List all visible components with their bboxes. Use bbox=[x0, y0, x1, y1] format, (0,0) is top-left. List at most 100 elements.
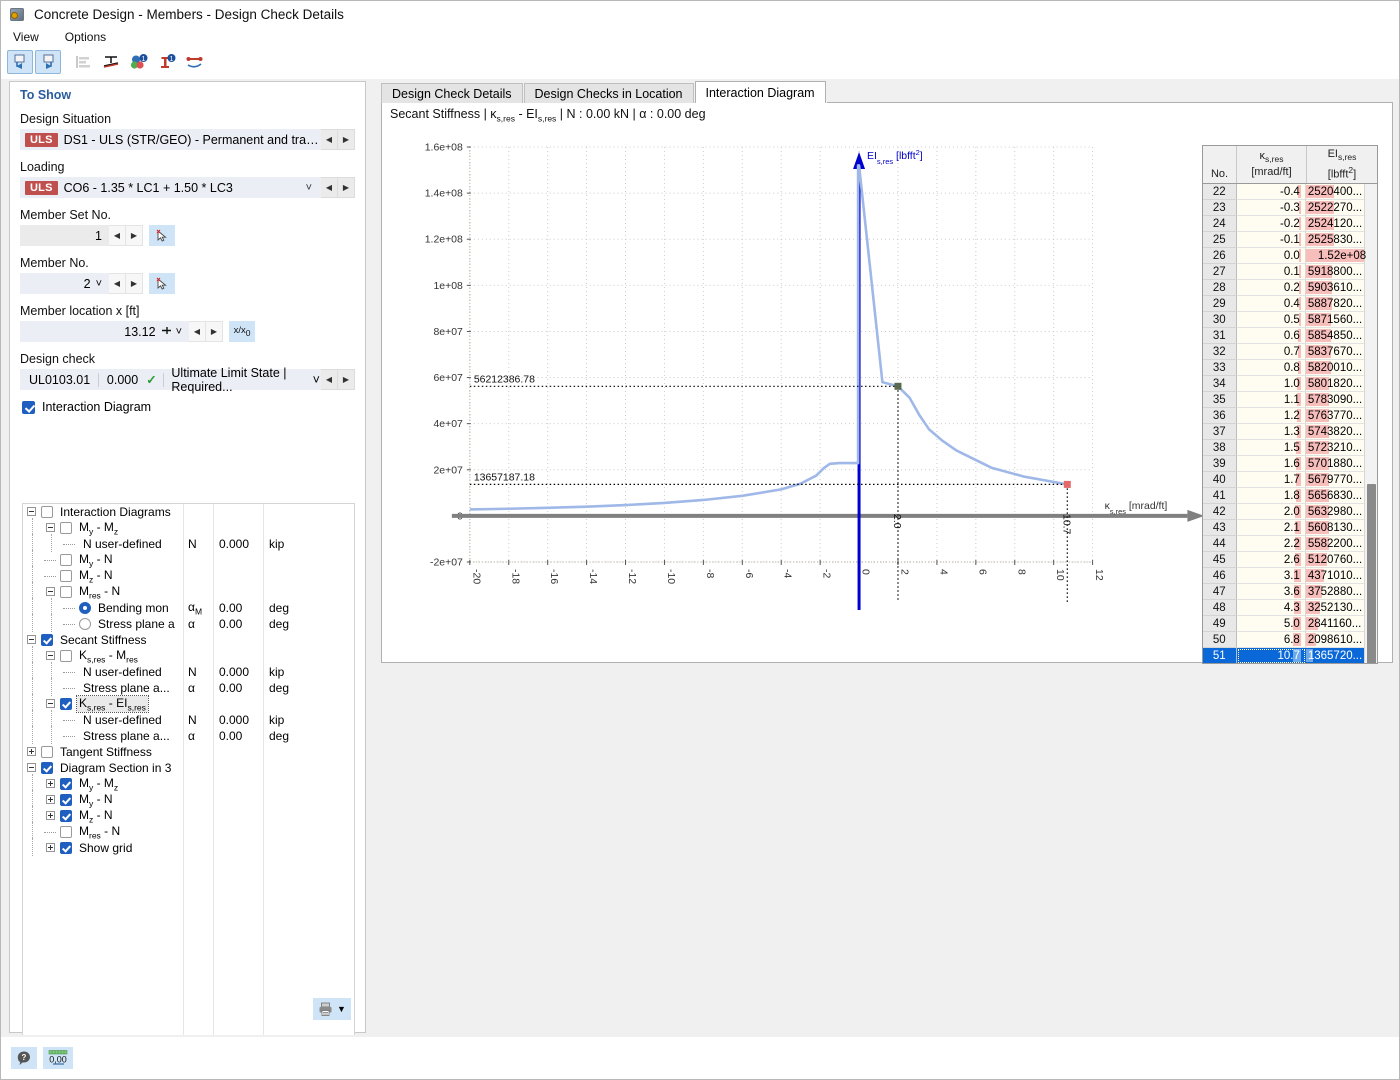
chevron-down-icon[interactable]: ˅ bbox=[300, 182, 320, 194]
member-pick-icon[interactable] bbox=[149, 273, 175, 294]
menu-item-options[interactable]: Options bbox=[63, 28, 116, 46]
table-cell-ks[interactable]: 0.5 bbox=[1236, 312, 1306, 328]
tree-row-value[interactable]: 0.00 bbox=[219, 601, 242, 615]
tree-row[interactable]: My - Mz bbox=[23, 518, 354, 536]
tree-expander-icon[interactable] bbox=[27, 507, 36, 516]
member-set-no-input[interactable]: 1 bbox=[20, 225, 109, 246]
member-location-next-button[interactable]: ▶ bbox=[206, 321, 223, 342]
table-row[interactable]: 22 -0.4 2520400... bbox=[1203, 184, 1377, 200]
table-row[interactable]: 28 0.2 5903610... bbox=[1203, 280, 1377, 296]
tree-row[interactable]: My - N bbox=[23, 550, 354, 568]
tree-row[interactable]: Stress plane a... α 0.00 deg bbox=[23, 726, 354, 744]
table-cell-ks[interactable]: 2.0 bbox=[1236, 504, 1306, 520]
table-row[interactable]: 49 5.0 2841160... bbox=[1203, 616, 1377, 632]
tree-expander-icon[interactable] bbox=[27, 763, 36, 772]
table-row[interactable]: 45 2.6 5120760... bbox=[1203, 552, 1377, 568]
tree-checkbox[interactable] bbox=[60, 522, 72, 534]
tree-checkbox[interactable] bbox=[60, 778, 72, 790]
table-row[interactable]: 36 1.2 5763770... bbox=[1203, 408, 1377, 424]
table-row[interactable]: 30 0.5 5871560... bbox=[1203, 312, 1377, 328]
table-cell-ks[interactable]: -0.1 bbox=[1236, 232, 1306, 248]
table-row[interactable]: 34 1.0 5801820... bbox=[1203, 376, 1377, 392]
tree-row[interactable]: Ks,res - Mres bbox=[23, 646, 354, 664]
tree-checkbox[interactable] bbox=[60, 570, 72, 582]
design-check-combo[interactable]: UL0103.01 0.000 ✓ Ultimate Limit State |… bbox=[20, 366, 321, 394]
tree-row[interactable]: N user-defined N 0.000 kip bbox=[23, 710, 354, 728]
tree-checkbox[interactable] bbox=[60, 794, 72, 806]
table-cell-ks[interactable]: 3.6 bbox=[1236, 584, 1306, 600]
table-row[interactable]: 51 10.7 1365720... bbox=[1203, 648, 1377, 663]
diagram-icon[interactable] bbox=[182, 50, 208, 74]
table-row[interactable]: 43 2.1 5608130... bbox=[1203, 520, 1377, 536]
previous-design-check-icon[interactable] bbox=[7, 49, 33, 74]
tree-checkbox[interactable] bbox=[60, 554, 72, 566]
interaction-diagram-toggle[interactable]: Interaction Diagram bbox=[10, 390, 365, 420]
tree-row[interactable]: Mz - N bbox=[23, 806, 354, 824]
tree-expander-icon[interactable] bbox=[27, 747, 36, 756]
tree-checkbox[interactable] bbox=[60, 810, 72, 822]
table-cell-ks[interactable]: 1.3 bbox=[1236, 424, 1306, 440]
loading-next-button[interactable]: ▶ bbox=[338, 177, 355, 198]
tree-checkbox[interactable] bbox=[60, 650, 72, 662]
member-set-no-prev-button[interactable]: ◀ bbox=[109, 225, 126, 246]
table-cell-ks[interactable]: 2.1 bbox=[1236, 520, 1306, 536]
table-row[interactable]: 40 1.7 5679770... bbox=[1203, 472, 1377, 488]
tree-row[interactable]: Bending mon αM 0.00 deg bbox=[23, 598, 354, 616]
table-row[interactable]: 42 2.0 5632980... bbox=[1203, 504, 1377, 520]
tree-row[interactable]: Tangent Stiffness bbox=[23, 744, 354, 760]
tab-design-check-details[interactable]: Design Check Details bbox=[381, 83, 523, 103]
tree-row[interactable]: Diagram Section in 3 bbox=[23, 760, 354, 776]
table-row[interactable]: 38 1.5 5723210... bbox=[1203, 440, 1377, 456]
loading-combo[interactable]: ULS CO6 - 1.35 * LC1 + 1.50 * LC3 ˅ bbox=[20, 177, 321, 198]
print-dropdown-icon[interactable]: ▼ bbox=[337, 1004, 346, 1014]
tree-checkbox[interactable] bbox=[60, 586, 72, 598]
table-cell-ks[interactable]: 3.1 bbox=[1236, 568, 1306, 584]
tree-row[interactable]: Ks,res - EIs,res bbox=[23, 694, 354, 714]
design-situation-combo[interactable]: ULS DS1 - ULS (STR/GEO) - Permanent and … bbox=[20, 129, 321, 150]
tree-row[interactable]: Mres - N bbox=[23, 582, 354, 600]
table-row[interactable]: 41 1.8 5656830... bbox=[1203, 488, 1377, 504]
table-row[interactable]: 32 0.7 5837670... bbox=[1203, 344, 1377, 360]
table-row[interactable]: 50 6.8 2098610... bbox=[1203, 632, 1377, 648]
tab-design-checks-in-location[interactable]: Design Checks in Location bbox=[523, 83, 694, 103]
tree-expander-icon[interactable] bbox=[46, 795, 55, 804]
table-cell-ks[interactable]: 1.5 bbox=[1236, 440, 1306, 456]
table-cell-ks[interactable]: 6.8 bbox=[1236, 632, 1306, 648]
tree-row[interactable]: N user-defined N 0.000 kip bbox=[23, 534, 354, 552]
tree-row[interactable]: Show grid bbox=[23, 838, 354, 856]
tree-row[interactable]: Stress plane a α 0.00 deg bbox=[23, 614, 354, 632]
tree-row-value[interactable]: 0.000 bbox=[219, 537, 249, 551]
interaction-diagram-checkbox[interactable] bbox=[22, 400, 35, 414]
tree-row-value[interactable]: 0.00 bbox=[219, 681, 242, 695]
table-cell-ks[interactable]: 1.2 bbox=[1236, 408, 1306, 424]
table-row[interactable]: 46 3.1 4371010... bbox=[1203, 568, 1377, 584]
table-cell-ks[interactable]: -0.2 bbox=[1236, 216, 1306, 232]
table-cell-ks[interactable]: 0.4 bbox=[1236, 296, 1306, 312]
table-cell-ks[interactable]: 0.7 bbox=[1236, 344, 1306, 360]
tree-row[interactable]: Mz - N bbox=[23, 566, 354, 584]
table-cell-ks[interactable]: 0.0 bbox=[1236, 248, 1306, 264]
diagram-options-tree[interactable]: Interaction Diagrams My - Mz N user-define… bbox=[22, 503, 355, 1056]
table-cell-ks[interactable]: -0.3 bbox=[1236, 200, 1306, 216]
tree-radio[interactable] bbox=[79, 618, 91, 630]
tree-row[interactable]: Stress plane a... α 0.00 deg bbox=[23, 678, 354, 696]
table-cell-ks[interactable]: 2.6 bbox=[1236, 552, 1306, 568]
design-situation-next-button[interactable]: ▶ bbox=[338, 129, 355, 150]
tree-checkbox[interactable] bbox=[60, 842, 72, 854]
tab-interaction-diagram[interactable]: Interaction Diagram bbox=[694, 81, 826, 103]
tree-checkbox[interactable] bbox=[60, 826, 72, 838]
align-left-icon[interactable] bbox=[70, 50, 96, 74]
table-cell-ks[interactable]: 0.1 bbox=[1236, 264, 1306, 280]
table-cell-ks[interactable]: -0.4 bbox=[1236, 184, 1306, 200]
tree-expander-icon[interactable] bbox=[46, 587, 55, 596]
tree-checkbox[interactable] bbox=[41, 762, 53, 774]
table-row[interactable]: 39 1.6 5701880... bbox=[1203, 456, 1377, 472]
table-cell-ks[interactable]: 10.7 bbox=[1236, 648, 1306, 663]
table-row[interactable]: 24 -0.2 2524120... bbox=[1203, 216, 1377, 232]
tree-checkbox[interactable] bbox=[41, 506, 53, 518]
result-values-2-icon[interactable]: 1 bbox=[154, 50, 180, 74]
tree-row-value[interactable]: 0.000 bbox=[219, 665, 249, 679]
relative-location-button[interactable]: x/x0 bbox=[229, 321, 255, 342]
loading-prev-button[interactable]: ◀ bbox=[321, 177, 338, 198]
table-row[interactable]: 35 1.1 5783090... bbox=[1203, 392, 1377, 408]
